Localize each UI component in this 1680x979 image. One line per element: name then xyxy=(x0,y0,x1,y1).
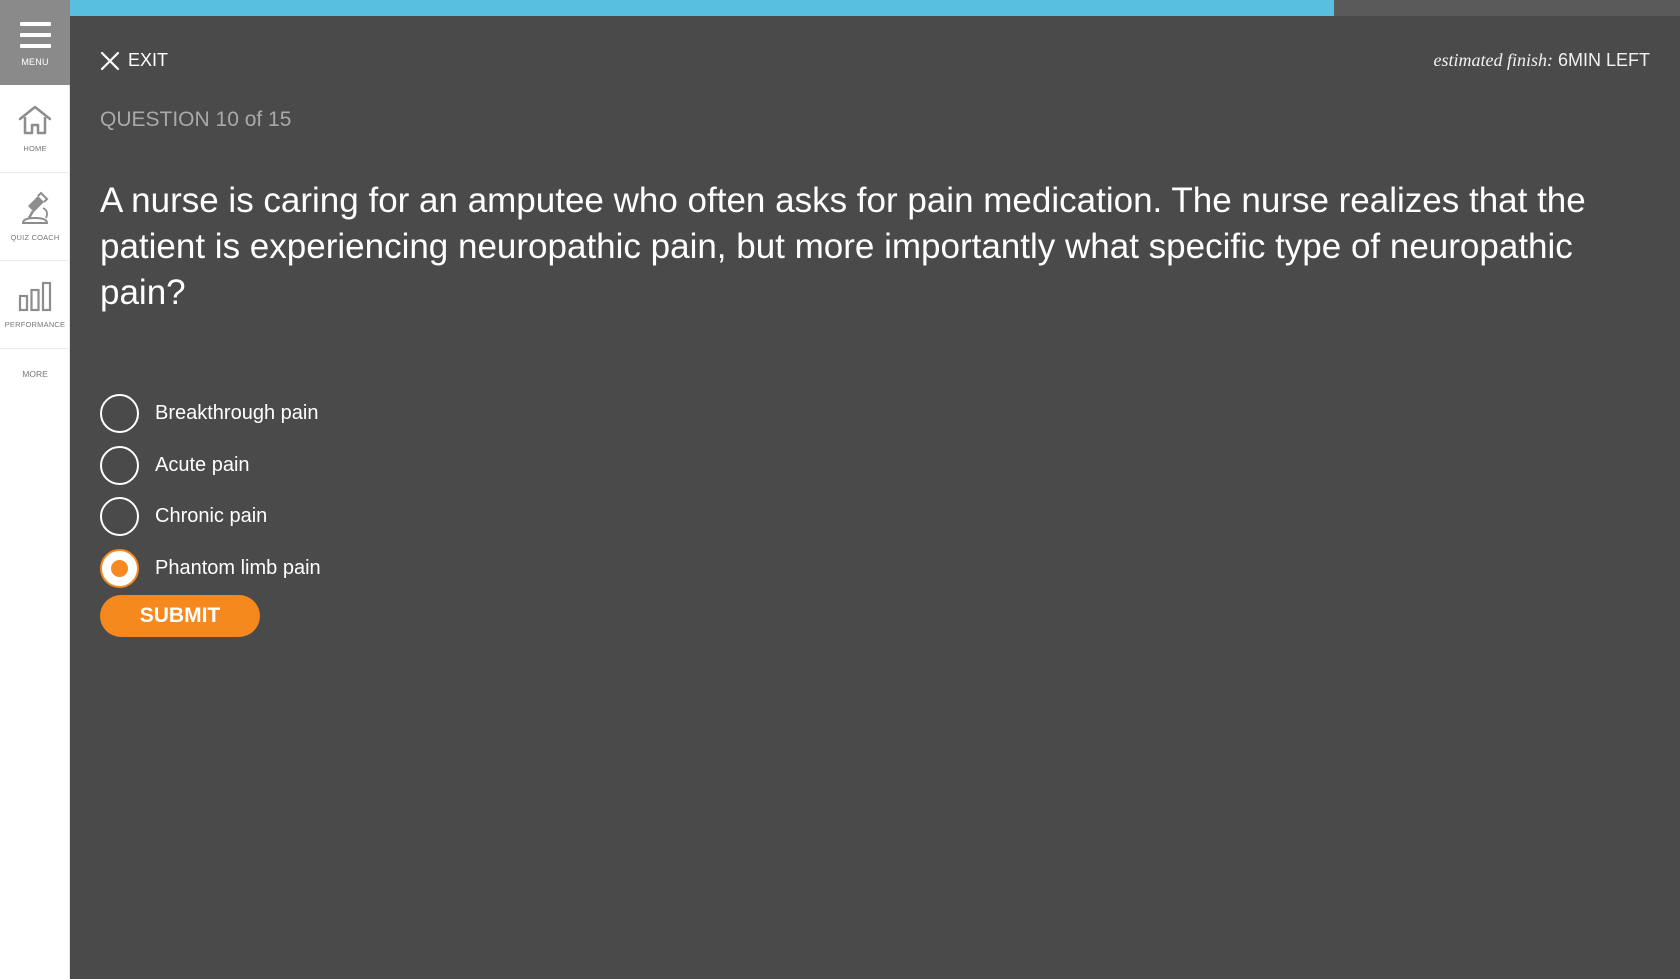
close-icon xyxy=(100,51,120,70)
option-chronic-pain[interactable]: Chronic pain xyxy=(100,491,321,543)
estimate-prefix: estimated finish: xyxy=(1433,50,1553,70)
hamburger-icon xyxy=(19,22,51,48)
sidebar: MENU HOME QUIZ COACH PERFORMANCE MORE xyxy=(0,0,70,979)
submit-button[interactable]: SUBMIT xyxy=(100,595,260,637)
exit-button[interactable]: EXIT xyxy=(100,50,168,71)
sidebar-item-label: PERFORMANCE xyxy=(4,320,66,329)
home-icon xyxy=(18,105,52,135)
option-acute-pain[interactable]: Acute pain xyxy=(100,440,321,492)
progress-bar xyxy=(70,0,1680,16)
quiz-coach-icon xyxy=(21,191,49,224)
option-breakthrough-pain[interactable]: Breakthrough pain xyxy=(100,388,321,440)
question-counter: QUESTION 10 of 15 xyxy=(100,108,292,131)
option-label: Chronic pain xyxy=(155,505,268,528)
menu-button[interactable]: MENU xyxy=(0,0,70,85)
estimated-finish: estimated finish: 6MIN LEFT xyxy=(1433,50,1650,71)
option-phantom-limb-pain[interactable]: Phantom limb pain xyxy=(100,543,321,595)
radio-button[interactable] xyxy=(100,497,139,537)
option-label: Phantom limb pain xyxy=(155,556,321,579)
radio-button[interactable] xyxy=(100,548,139,588)
exit-label: EXIT xyxy=(128,50,169,70)
answer-options: Breakthrough pain Acute pain Chronic pai… xyxy=(100,388,321,594)
sidebar-item-performance[interactable]: PERFORMANCE xyxy=(0,261,70,349)
bar-chart-icon xyxy=(18,281,52,312)
progress-fill xyxy=(70,0,1334,16)
radio-button[interactable] xyxy=(100,445,139,485)
estimate-value: 6MIN LEFT xyxy=(1557,50,1650,70)
radio-button[interactable] xyxy=(100,394,139,434)
option-label: Acute pain xyxy=(155,453,250,476)
sidebar-item-label: QUIZ COACH xyxy=(10,233,60,242)
sidebar-more[interactable]: MORE xyxy=(0,349,70,399)
sidebar-item-label: HOME xyxy=(23,144,47,153)
option-label: Breakthrough pain xyxy=(155,402,319,425)
menu-label: MENU xyxy=(21,57,49,67)
question-text: A nurse is caring for an amputee who oft… xyxy=(100,181,1586,312)
sidebar-item-quiz-coach[interactable]: QUIZ COACH xyxy=(0,173,70,261)
sidebar-item-home[interactable]: HOME xyxy=(0,85,70,173)
